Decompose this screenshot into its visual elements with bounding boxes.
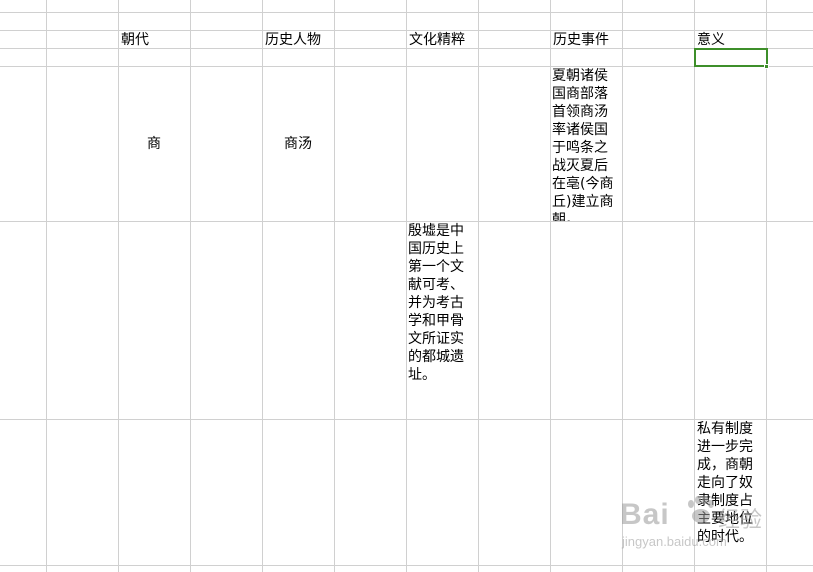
- header-cell-event[interactable]: 历史事件: [553, 31, 621, 49]
- cell-culture-yinxu[interactable]: 殷墟是中国历史上第一个文献可考、并为考古学和甲骨文所证实的都城遗址。: [408, 222, 474, 418]
- spreadsheet-grid[interactable]: 朝代 历史人物 文化精粹 历史事件 意义 商 商汤 夏朝诸侯国商部落首领商汤率诸…: [0, 0, 813, 572]
- column-divider: [694, 0, 695, 572]
- row-divider: [0, 66, 813, 67]
- row-divider: [0, 221, 813, 222]
- column-divider: [550, 0, 551, 572]
- row-divider: [0, 12, 813, 13]
- column-divider: [406, 0, 407, 572]
- column-divider: [190, 0, 191, 572]
- header-cell-culture[interactable]: 文化精粹: [409, 31, 477, 49]
- header-cell-figure[interactable]: 历史人物: [265, 31, 333, 49]
- row-divider: [0, 565, 813, 566]
- cell-event-shang-founding[interactable]: 夏朝诸侯国商部落首领商汤率诸侯国于鸣条之战灭夏后在亳(今商丘)建立商朝。: [552, 67, 618, 221]
- header-cell-significance[interactable]: 意义: [697, 31, 765, 49]
- column-divider: [334, 0, 335, 572]
- cell-figure-shang-tang[interactable]: 商汤: [262, 135, 334, 153]
- column-divider: [46, 0, 47, 572]
- column-divider: [478, 0, 479, 572]
- cell-significance-private-ownership[interactable]: 私有制度进一步完成，商朝走向了奴隶制度占主要地位的时代。: [697, 420, 763, 565]
- selected-cell-outline[interactable]: [694, 48, 768, 67]
- column-divider: [118, 0, 119, 572]
- watermark-brand: Bai: [620, 498, 670, 531]
- column-divider: [262, 0, 263, 572]
- header-cell-dynasty[interactable]: 朝代: [121, 31, 189, 49]
- row-divider: [0, 419, 813, 420]
- column-divider: [766, 0, 767, 572]
- column-divider: [622, 0, 623, 572]
- cell-dynasty-shang[interactable]: 商: [118, 135, 190, 153]
- fill-handle[interactable]: [764, 64, 769, 69]
